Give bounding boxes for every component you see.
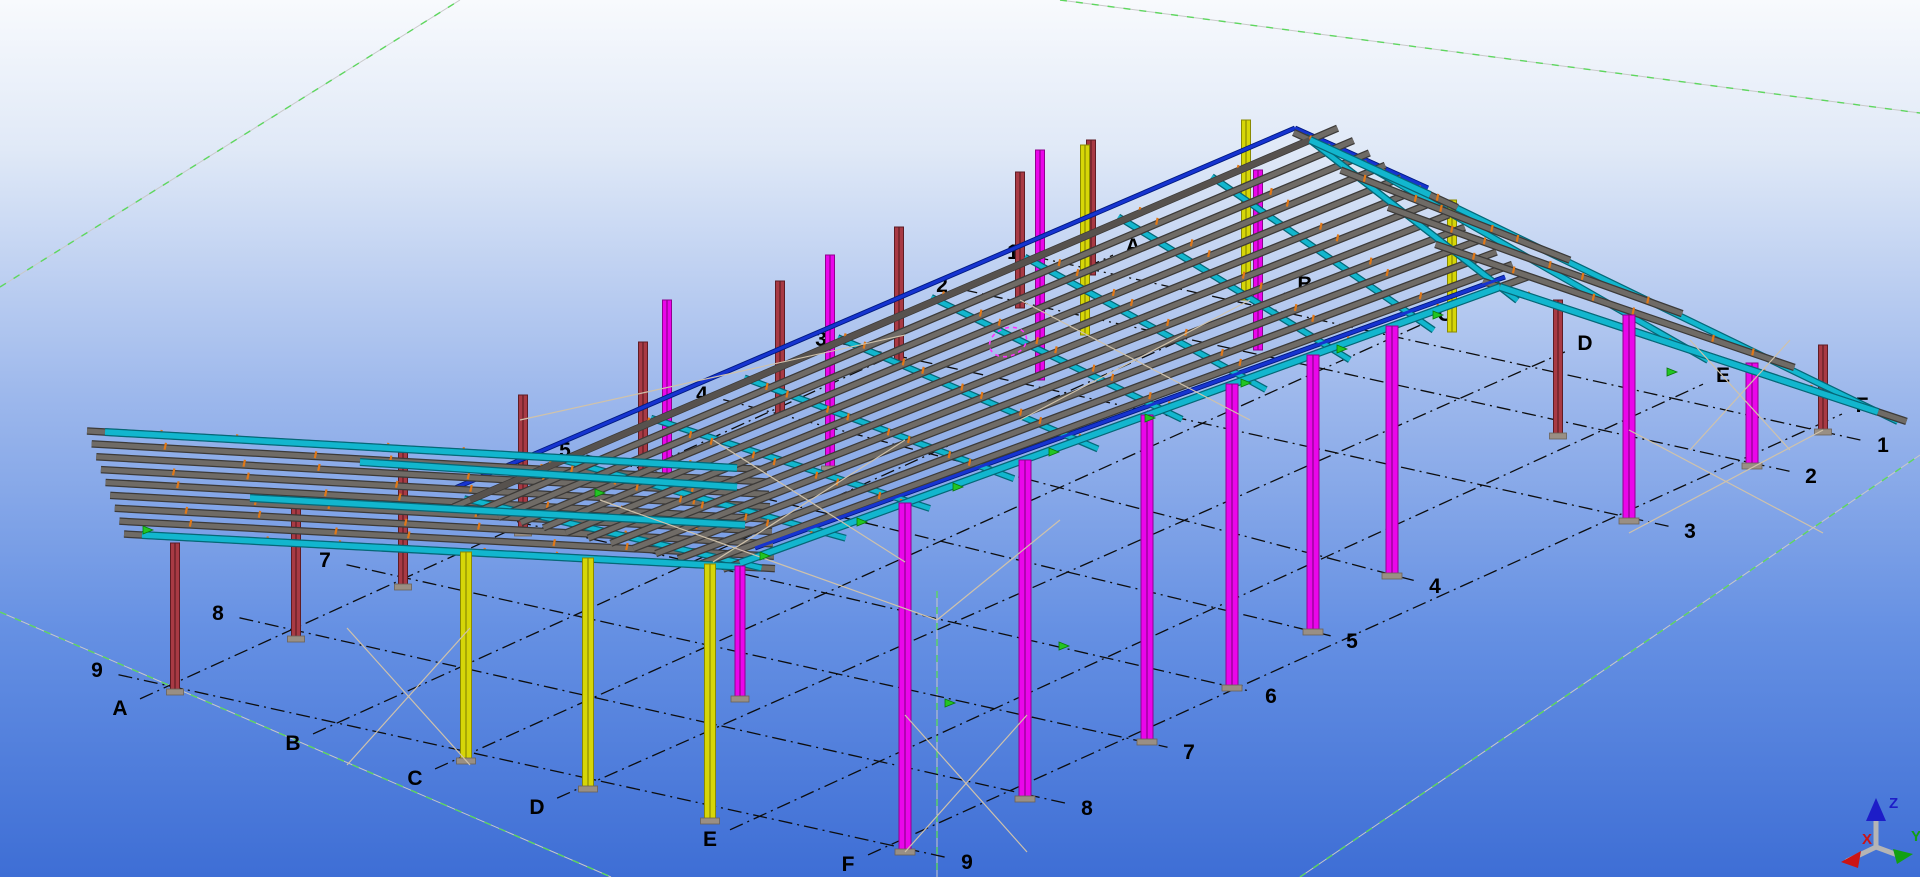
grid-label-number-6: 6 [1265, 685, 1277, 708]
gizmo-axis-label-z: Z [1889, 795, 1898, 812]
grid-label-number-5: 5 [1346, 630, 1358, 653]
grid-label-number-2: 2 [1805, 465, 1817, 488]
base-plate [1618, 517, 1640, 525]
base-plate [1549, 432, 1567, 440]
grid-label-letter-D: D [529, 796, 544, 819]
base-plate [1814, 428, 1832, 436]
base-plate [287, 635, 305, 643]
grid-label-letter-E: E [703, 828, 717, 851]
grid-label-number-9: 9 [961, 851, 973, 874]
gizmo-axis-label-x: X [1862, 831, 1872, 848]
base-plate [1302, 628, 1324, 636]
grid-label-letter-C: C [407, 767, 422, 790]
base-plate [578, 785, 598, 793]
viewport-3d-scene[interactable]: AABBCCDDEEFF112233445566778899XYZ [0, 0, 1920, 877]
grid-label-number-8: 8 [1081, 797, 1093, 820]
model-viewport[interactable]: AABBCCDDEEFF112233445566778899XYZ [0, 0, 1920, 877]
grid-label-number-9: 9 [91, 659, 103, 682]
grid-label-letter-A: A [112, 697, 127, 720]
base-plate [1136, 738, 1158, 746]
base-plate [166, 688, 184, 696]
grid-label-number-1: 1 [1877, 434, 1889, 457]
grid-label-letter-F: F [842, 853, 855, 876]
grid-label-number-3: 3 [1684, 520, 1696, 543]
base-plate [730, 695, 750, 703]
grid-label-number-7: 7 [1183, 741, 1195, 764]
base-plate [1014, 795, 1036, 803]
grid-label-letter-B: B [285, 732, 300, 755]
base-plate [394, 583, 412, 591]
gizmo-axis-label-y: Y [1911, 828, 1920, 845]
grid-label-number-8: 8 [212, 602, 224, 625]
base-plate [1381, 572, 1403, 580]
base-plate [1221, 684, 1243, 692]
grid-label-number-4: 4 [1429, 575, 1441, 598]
grid-label-number-7: 7 [319, 549, 331, 572]
base-plate [700, 817, 720, 825]
grid-label-letter-D: D [1577, 332, 1592, 355]
